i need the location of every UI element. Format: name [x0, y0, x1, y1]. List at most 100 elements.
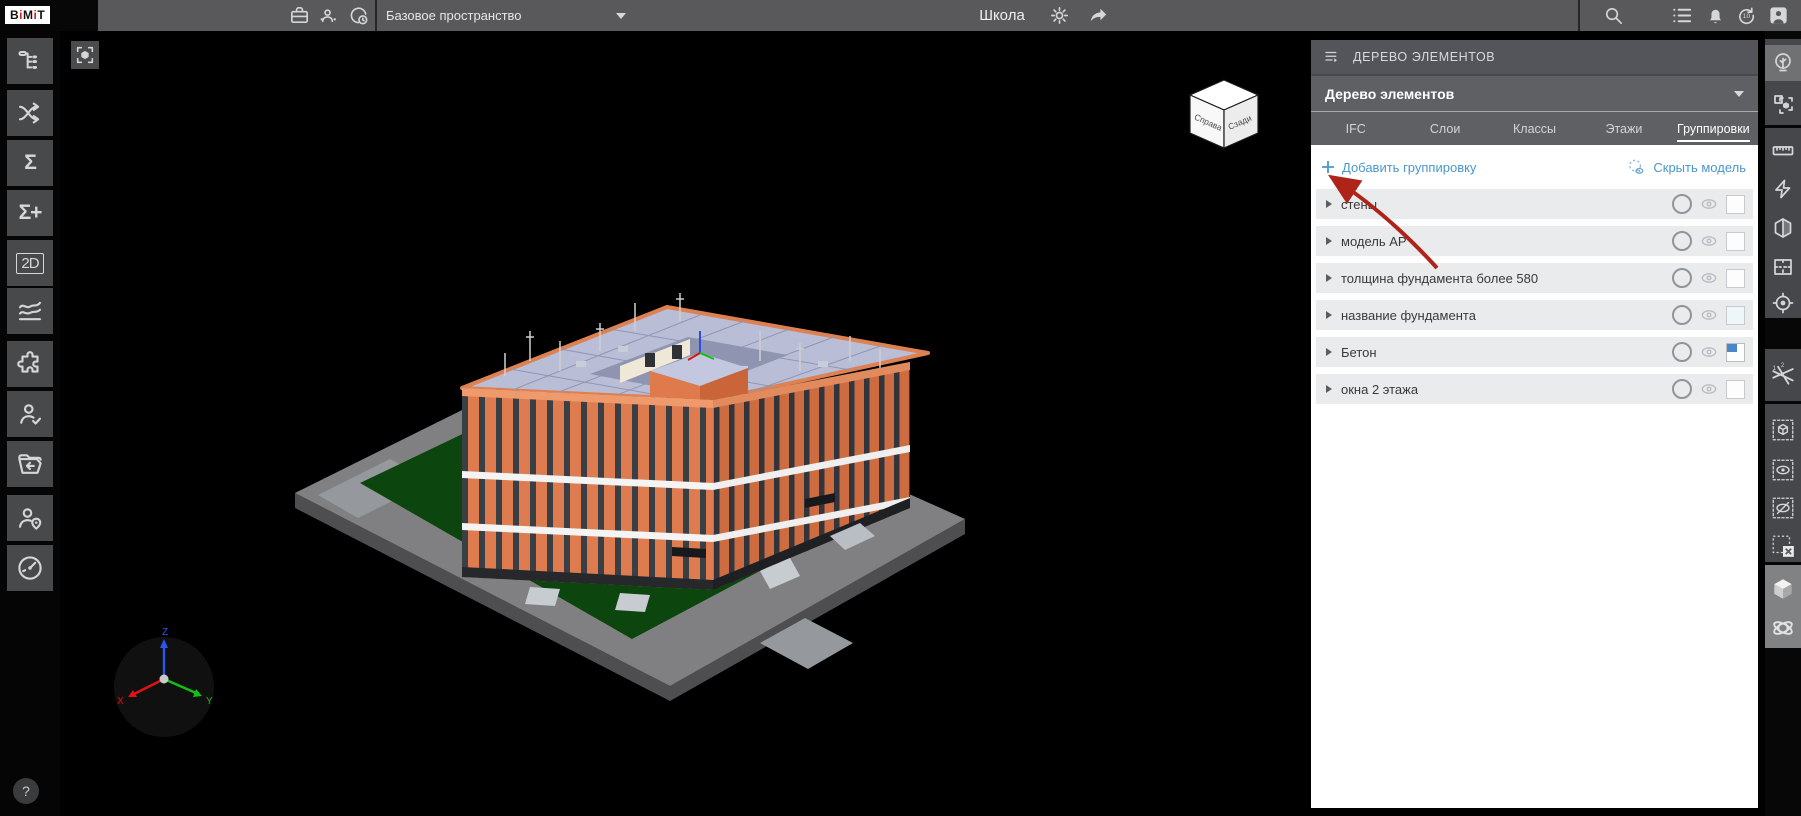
tree-selector-dropdown[interactable]: Дерево элементов — [1311, 74, 1758, 112]
sidebar-item-dashboard[interactable] — [7, 545, 53, 591]
search-icon[interactable] — [1602, 4, 1625, 27]
clear-selection-button[interactable] — [1765, 528, 1801, 564]
color-checkbox[interactable] — [1726, 195, 1745, 214]
bell-icon[interactable] — [1704, 4, 1727, 27]
sidebar-item-sum[interactable]: Σ — [7, 140, 53, 186]
panel-menu-icon[interactable] — [1323, 48, 1341, 66]
group-row-walls[interactable]: стены — [1316, 189, 1753, 219]
group-row-model-ar[interactable]: модель АР — [1316, 226, 1753, 256]
expand-caret-icon[interactable] — [1326, 385, 1332, 393]
group-row-concrete[interactable]: Бетон — [1316, 337, 1753, 367]
isolate-radio[interactable] — [1672, 379, 1692, 399]
focus-target-button[interactable] — [1765, 285, 1801, 321]
top-bar: BiMiT Базовое пространство Школа 10 — [0, 0, 1801, 31]
team-icon[interactable] — [317, 4, 340, 27]
color-swatch[interactable] — [1726, 343, 1745, 362]
hide-model-icon — [1627, 158, 1646, 177]
section-cube-button[interactable] — [1765, 210, 1801, 246]
panel-tabs: IFC Слои Классы Этажи Группировки — [1311, 112, 1758, 145]
tab-groupings[interactable]: Группировки — [1669, 112, 1758, 145]
svg-text:Z: Z — [162, 627, 168, 638]
panel-titlebar: ДЕРЕВО ЭЛЕМЕНТОВ — [1311, 40, 1758, 74]
redo-10-icon[interactable]: 10 — [1735, 4, 1758, 27]
model-3d-scene[interactable]: Справа Сзади Z X Y — [60, 31, 1311, 816]
clash-lightning-button[interactable] — [1765, 171, 1801, 207]
sidebar-item-user-check[interactable] — [7, 391, 53, 437]
expand-caret-icon[interactable] — [1326, 200, 1332, 208]
gear-icon[interactable] — [1048, 4, 1071, 27]
panel-actions: Добавить группировку Скрыть модель — [1311, 145, 1758, 189]
tab-ifc[interactable]: IFC — [1311, 112, 1400, 145]
expand-caret-icon[interactable] — [1326, 311, 1332, 319]
sidebar-item-connections[interactable] — [7, 90, 53, 136]
group-row-foundation-name[interactable]: название фундамента — [1316, 300, 1753, 330]
shaded-cube-button[interactable] — [1765, 571, 1801, 607]
isolate-radio[interactable] — [1672, 194, 1692, 214]
orbit-button[interactable] — [1765, 610, 1801, 646]
expand-caret-icon[interactable] — [1326, 237, 1332, 245]
show-box-button[interactable] — [1765, 412, 1801, 448]
visibility-eye-icon[interactable] — [1699, 194, 1719, 214]
tab-classes[interactable]: Классы — [1490, 112, 1579, 145]
expand-caret-icon[interactable] — [1326, 348, 1332, 356]
history-clock-icon[interactable] — [347, 4, 370, 27]
chevron-down-icon[interactable] — [616, 13, 626, 19]
workspace-selector[interactable]: Базовое пространство — [386, 0, 522, 31]
add-grouping-button[interactable]: Добавить группировку — [1321, 160, 1476, 175]
help-button[interactable]: ? — [13, 778, 39, 804]
tab-floors[interactable]: Этажи — [1579, 112, 1668, 145]
logo-zone: BiMiT — [0, 0, 98, 31]
topbar-divider-right — [1578, 0, 1580, 31]
svg-text:1: 1 — [1773, 366, 1777, 372]
sidebar-item-plugins[interactable] — [7, 341, 53, 387]
grouping-list: стены модель АР толщина фундамента более… — [1311, 189, 1758, 404]
avatar-icon[interactable] — [1767, 4, 1790, 27]
sidebar-item-2d-view[interactable]: 2D — [7, 240, 53, 286]
floorplan-button[interactable] — [1765, 249, 1801, 285]
visibility-eye-icon[interactable] — [1699, 231, 1719, 251]
app-logo[interactable]: BiMiT — [5, 6, 50, 24]
isolate-radio[interactable] — [1672, 342, 1692, 362]
visibility-eye-icon[interactable] — [1699, 379, 1719, 399]
color-checkbox[interactable] — [1726, 306, 1745, 325]
visibility-eye-icon[interactable] — [1699, 305, 1719, 325]
axes-lines-button[interactable]: 12 — [1765, 357, 1801, 393]
chevron-down-icon — [1734, 91, 1744, 97]
sidebar-item-user-location[interactable] — [7, 495, 53, 541]
briefcase-icon[interactable] — [288, 4, 311, 27]
tab-layers[interactable]: Слои — [1400, 112, 1489, 145]
show-eye-button[interactable] — [1765, 452, 1801, 488]
right-toolbar: 12 — [1765, 31, 1801, 816]
sidebar-item-sum-add[interactable]: Σ+ — [7, 190, 53, 236]
hide-eye-button[interactable] — [1765, 490, 1801, 526]
color-checkbox[interactable] — [1726, 232, 1745, 251]
expand-caret-icon[interactable] — [1326, 274, 1332, 282]
group-row-foundation-thickness[interactable]: толщина фундамента более 580 — [1316, 263, 1753, 293]
model-tree-button[interactable] — [1765, 45, 1801, 81]
left-sidebar: Σ Σ+ 2D — [0, 31, 60, 816]
axis-gizmo[interactable]: Z X Y — [114, 627, 214, 737]
color-checkbox[interactable] — [1726, 269, 1745, 288]
measure-ruler-button[interactable] — [1765, 132, 1801, 168]
navigation-cube[interactable]: Справа Сзади — [1190, 80, 1258, 148]
color-checkbox[interactable] — [1726, 380, 1745, 399]
visibility-eye-icon[interactable] — [1699, 342, 1719, 362]
sidebar-item-charts[interactable] — [7, 288, 53, 334]
isolate-radio[interactable] — [1672, 305, 1692, 325]
group-row-windows-2nd-floor[interactable]: окна 2 этажа — [1316, 374, 1753, 404]
visibility-eye-icon[interactable] — [1699, 268, 1719, 288]
isolate-radio[interactable] — [1672, 231, 1692, 251]
sidebar-item-export-folder[interactable] — [7, 441, 53, 487]
list-icon[interactable] — [1670, 4, 1693, 27]
topbar-divider — [375, 0, 377, 31]
viewport-3d[interactable]: Справа Сзади Z X Y — [60, 31, 1311, 816]
isolate-radio[interactable] — [1672, 268, 1692, 288]
selection-frame-button[interactable] — [1765, 86, 1801, 122]
svg-text:10: 10 — [1743, 13, 1751, 20]
element-tree-panel: ДЕРЕВО ЭЛЕМЕНТОВ Дерево элементов IFC Сл… — [1311, 40, 1758, 808]
project-title: Школа — [952, 0, 1052, 31]
hide-model-button[interactable]: Скрыть модель — [1627, 158, 1746, 177]
svg-text:X: X — [117, 696, 124, 707]
share-icon[interactable] — [1087, 4, 1110, 27]
sidebar-item-element-tree[interactable] — [7, 38, 53, 84]
